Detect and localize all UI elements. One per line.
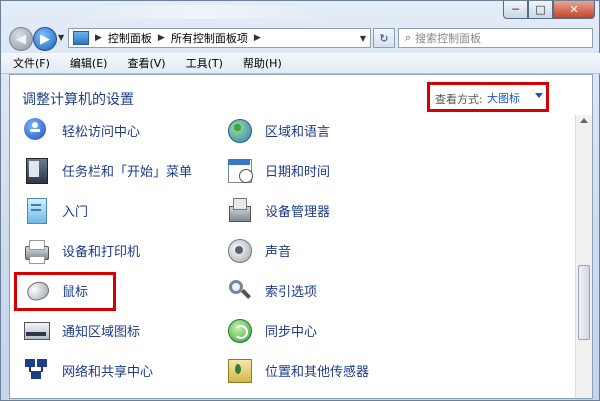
item-label: 索引选项 <box>265 284 318 300</box>
device-manager-icon <box>225 196 253 224</box>
title-bar-blur <box>71 5 331 19</box>
title-bar[interactable]: ─ □ ✕ <box>1 1 600 25</box>
content-pane: 调整计算机的设置 查看方式: 大图标 轻松访问中心 任务栏和「开始」菜单 入门 … <box>9 74 593 399</box>
item-getting-started[interactable]: 入门 <box>22 193 88 227</box>
item-label: 区域和语言 <box>265 124 331 140</box>
item-label: 设备管理器 <box>265 204 331 220</box>
item-label: 声音 <box>265 244 292 260</box>
chevron-right-icon[interactable]: ▶ <box>254 33 261 43</box>
ease-of-access-icon <box>22 116 50 144</box>
item-label: 同步中心 <box>265 324 318 340</box>
taskbar-icon <box>22 156 50 184</box>
menu-edit[interactable]: 编辑(E) <box>58 55 116 71</box>
item-label: 入门 <box>62 204 89 220</box>
item-device-manager[interactable]: 设备管理器 <box>225 193 330 227</box>
control-panel-window: ─ □ ✕ ◀ ▶ ▼ ▶ 控制面板 ▶ 所有控制面板项 ▶ ▼ ↻ ⌕ 搜索控… <box>0 0 600 401</box>
address-bar[interactable]: ▶ 控制面板 ▶ 所有控制面板项 ▶ ▼ <box>68 28 371 48</box>
maximize-button[interactable]: □ <box>528 1 553 19</box>
menu-view[interactable]: 查看(V) <box>115 55 173 71</box>
sync-icon <box>225 316 253 344</box>
item-devices-printers[interactable]: 设备和打印机 <box>22 233 140 267</box>
item-label: 设备和打印机 <box>62 244 141 260</box>
close-button[interactable]: ✕ <box>553 1 595 19</box>
chevron-right-icon[interactable]: ▶ <box>95 33 102 43</box>
location-sensor-icon <box>225 356 253 384</box>
recent-pages-dropdown-icon[interactable]: ▼ <box>58 33 64 42</box>
search-placeholder: 搜索控制面板 <box>415 32 482 45</box>
item-indexing-options[interactable]: 索引选项 <box>225 273 317 307</box>
globe-icon <box>225 116 253 144</box>
item-ease-of-access[interactable]: 轻松访问中心 <box>22 113 140 147</box>
item-label: 任务栏和「开始」菜单 <box>62 164 193 180</box>
scrollbar-thumb[interactable] <box>578 265 590 340</box>
search-box[interactable]: ⌕ 搜索控制面板 <box>398 28 593 48</box>
item-label: 日期和时间 <box>265 164 331 180</box>
item-label: 轻松访问中心 <box>62 124 141 140</box>
navigation-bar: ◀ ▶ ▼ ▶ 控制面板 ▶ 所有控制面板项 ▶ ▼ ↻ ⌕ 搜索控制面板 <box>1 25 600 53</box>
control-panel-items: 轻松访问中心 任务栏和「开始」菜单 入门 设备和打印机 鼠标 通知区域图标 网络… <box>10 113 570 398</box>
item-network-sharing-center[interactable]: 网络和共享中心 <box>22 353 153 387</box>
getting-started-icon <box>22 196 50 224</box>
page-title: 调整计算机的设置 <box>22 92 134 108</box>
highlight-box-mouse <box>14 272 116 311</box>
printer-icon <box>22 236 50 264</box>
breadcrumb-control-panel[interactable]: 控制面板 <box>108 30 152 46</box>
item-sound[interactable]: 声音 <box>225 233 291 267</box>
calendar-icon <box>225 156 253 184</box>
breadcrumb-all-items[interactable]: 所有控制面板项 <box>171 30 248 46</box>
scroll-up-icon[interactable] <box>580 118 588 123</box>
menu-help[interactable]: 帮助(H) <box>231 55 290 71</box>
search-icon: ⌕ <box>405 31 412 44</box>
item-label: 通知区域图标 <box>62 324 141 340</box>
item-location-sensors[interactable]: 位置和其他传感器 <box>225 353 369 387</box>
control-panel-icon <box>73 31 89 45</box>
menu-file[interactable]: 文件(F) <box>1 55 58 71</box>
item-taskbar-start-menu[interactable]: 任务栏和「开始」菜单 <box>22 153 192 187</box>
network-icon <box>22 356 50 384</box>
refresh-button[interactable]: ↻ <box>373 28 395 48</box>
chevron-right-icon[interactable]: ▶ <box>158 33 165 43</box>
forward-button[interactable]: ▶ <box>33 27 57 51</box>
window-controls: ─ □ ✕ <box>503 1 595 19</box>
item-label: 网络和共享中心 <box>62 364 154 380</box>
item-label: 位置和其他传感器 <box>265 364 370 380</box>
minimize-button[interactable]: ─ <box>503 1 528 19</box>
index-options-icon <box>225 276 253 304</box>
menu-tools[interactable]: 工具(T) <box>174 55 231 71</box>
speaker-icon <box>225 236 253 264</box>
item-region-language[interactable]: 区域和语言 <box>225 113 330 147</box>
address-dropdown-icon[interactable]: ▼ <box>360 34 366 43</box>
notification-area-icon <box>22 316 50 344</box>
item-date-time[interactable]: 日期和时间 <box>225 153 330 187</box>
menu-bar: 文件(F) 编辑(E) 查看(V) 工具(T) 帮助(H) <box>1 53 600 74</box>
item-sync-center[interactable]: 同步中心 <box>225 313 317 347</box>
item-notification-area-icons[interactable]: 通知区域图标 <box>22 313 140 347</box>
vertical-scrollbar[interactable] <box>575 115 592 398</box>
highlight-box-view-by <box>427 82 549 112</box>
back-button[interactable]: ◀ <box>9 27 33 51</box>
